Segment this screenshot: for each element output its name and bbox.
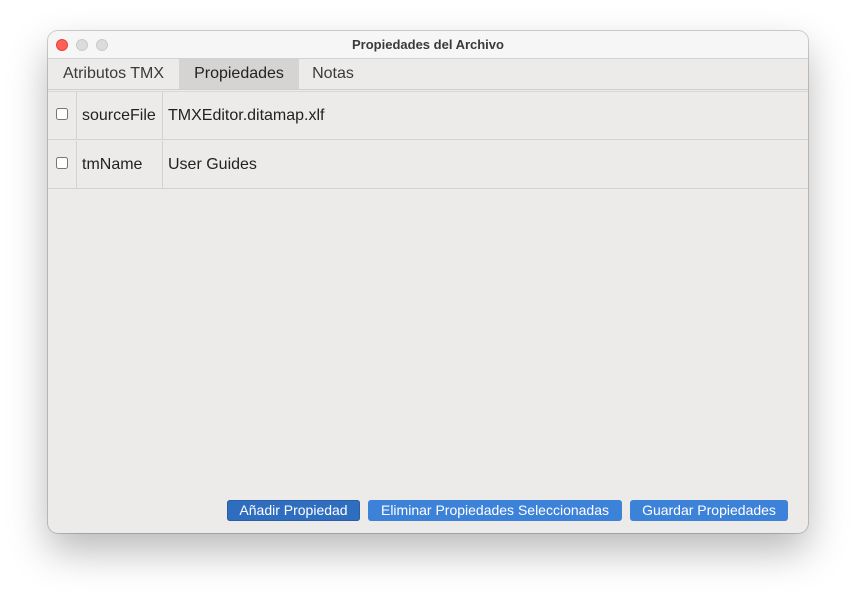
add-property-button[interactable]: Añadir Propiedad (227, 500, 360, 521)
tab-propiedades[interactable]: Propiedades (179, 59, 299, 89)
properties-table: sourceFile TMXEditor.ditamap.xlf tmName … (48, 91, 808, 189)
delete-selected-properties-button[interactable]: Eliminar Propiedades Seleccionadas (368, 500, 622, 521)
title-bar[interactable]: Propiedades del Archivo (48, 31, 808, 59)
property-key[interactable]: tmName (77, 141, 163, 188)
row-checkbox-cell (48, 141, 77, 188)
tab-bar: Atributos TMX Propiedades Notas (48, 59, 808, 90)
property-value[interactable]: User Guides (163, 141, 808, 188)
property-key[interactable]: sourceFile (77, 92, 163, 139)
row-checkbox-cell (48, 92, 77, 139)
tab-atributos-tmx[interactable]: Atributos TMX (48, 59, 179, 89)
tab-notas[interactable]: Notas (299, 59, 367, 89)
table-row: tmName User Guides (48, 140, 808, 189)
save-properties-button[interactable]: Guardar Propiedades (630, 500, 788, 521)
table-row: sourceFile TMXEditor.ditamap.xlf (48, 91, 808, 140)
properties-dialog: Propiedades del Archivo Atributos TMX Pr… (48, 31, 808, 533)
row-select-checkbox[interactable] (56, 157, 68, 169)
window-title: Propiedades del Archivo (352, 37, 504, 52)
row-select-checkbox[interactable] (56, 108, 68, 120)
property-value[interactable]: TMXEditor.ditamap.xlf (163, 92, 808, 139)
